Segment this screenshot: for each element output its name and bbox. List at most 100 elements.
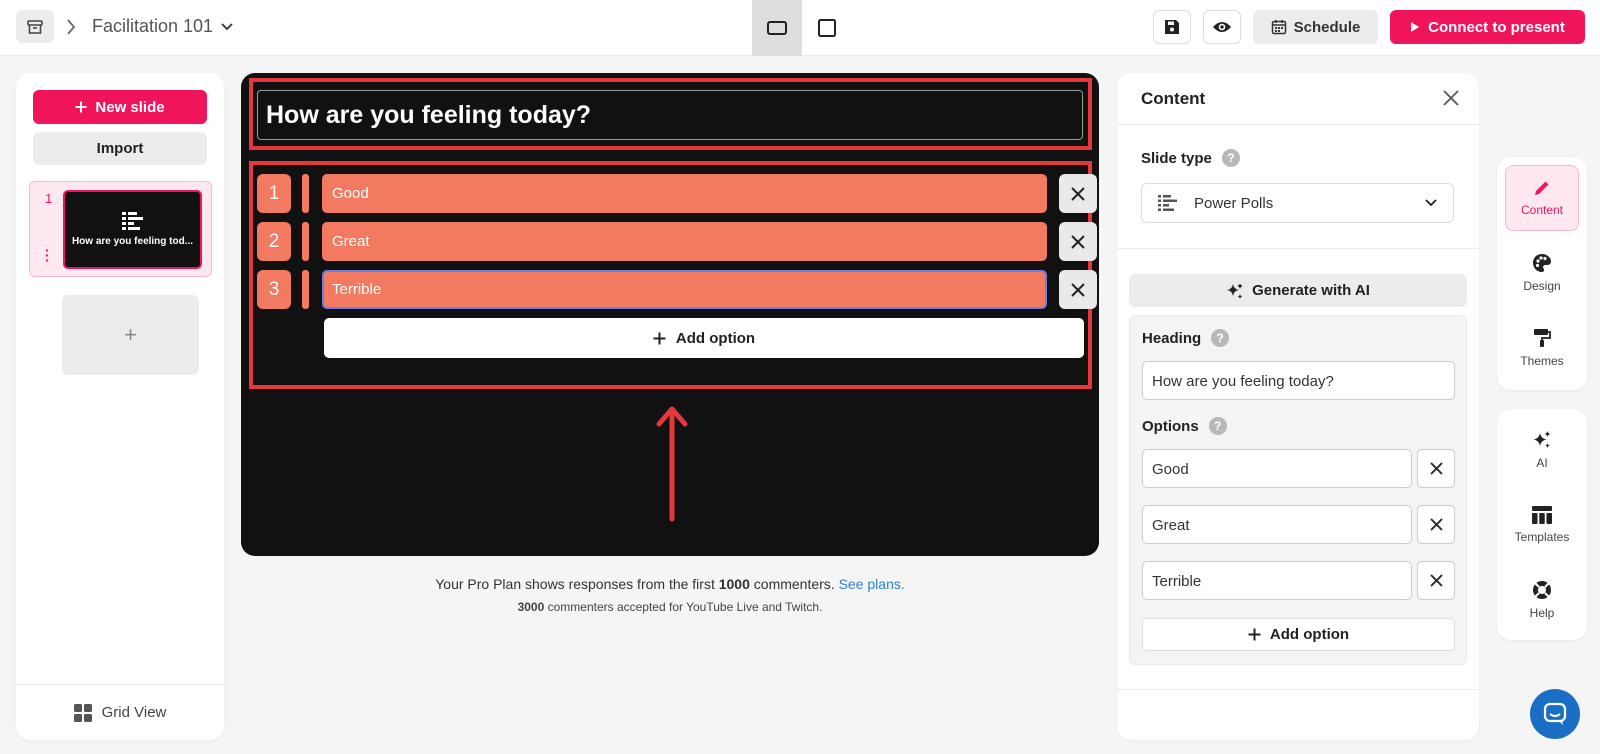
- import-button[interactable]: Import: [33, 132, 207, 165]
- option-drag-handle[interactable]: [302, 174, 309, 213]
- plus-icon: [1248, 628, 1261, 641]
- close-icon[interactable]: [1442, 89, 1460, 107]
- delete-option-button[interactable]: [1417, 449, 1455, 488]
- divider: [1117, 689, 1479, 690]
- slide-menu-icon[interactable]: · · ·: [45, 243, 50, 267]
- plan-note-limit: 1000: [718, 576, 750, 592]
- floppy-disk-icon: [1165, 20, 1179, 34]
- slide-thumbnail-title: How are you feeling tod...: [71, 236, 194, 247]
- chat-icon: [1543, 702, 1567, 725]
- grid-icon: [73, 703, 92, 722]
- chevron-right-icon: [67, 19, 76, 35]
- canvas-option-input-focused[interactable]: Terrible: [322, 270, 1047, 309]
- close-icon: [1429, 574, 1443, 587]
- delete-option-button[interactable]: [1059, 270, 1097, 309]
- help-icon[interactable]: ?: [1211, 329, 1230, 347]
- accepted-suffix: commenters accepted for YouTube Live and…: [544, 600, 823, 614]
- poll-bars-icon: [121, 212, 143, 230]
- rail-item-themes[interactable]: Themes: [1505, 315, 1579, 381]
- option-input[interactable]: Great: [1142, 505, 1412, 544]
- delete-option-button[interactable]: [1059, 222, 1097, 261]
- slide-canvas: How are you feeling today? 1 Good 2 Grea…: [241, 73, 1099, 556]
- sparkles-icon: [1533, 431, 1551, 448]
- annotation-arrow-up-icon: [656, 406, 688, 522]
- project-title-dropdown[interactable]: Facilitation 101: [92, 16, 233, 37]
- pencil-icon: [1535, 181, 1549, 195]
- heading-input[interactable]: How are you feeling today?: [1142, 361, 1455, 400]
- delete-option-button[interactable]: [1059, 174, 1097, 213]
- support-chat-button[interactable]: [1530, 689, 1580, 739]
- close-icon: [1429, 462, 1443, 475]
- generate-with-ai-button[interactable]: Generate with AI: [1129, 274, 1467, 307]
- option-drag-handle[interactable]: [302, 270, 309, 309]
- close-icon: [1071, 186, 1085, 201]
- delete-option-button[interactable]: [1417, 561, 1455, 600]
- sparkles-icon: [1227, 282, 1244, 299]
- editor-tools-rail: Content Design Themes: [1497, 157, 1587, 390]
- lifebuoy-icon: [1533, 581, 1551, 599]
- rail-item-design[interactable]: Design: [1505, 240, 1579, 306]
- widescreen-ratio-button[interactable]: [752, 0, 802, 56]
- canvas-heading-input[interactable]: How are you feeling today?: [257, 90, 1083, 140]
- play-icon: [1411, 22, 1420, 32]
- slides-sidebar: New slide Import 1 · · · How are you feeli…: [16, 73, 224, 740]
- save-button[interactable]: [1153, 10, 1191, 44]
- rail-item-label: AI: [1536, 456, 1548, 470]
- heading-label-row: Heading ?: [1142, 329, 1230, 347]
- home-button[interactable]: [16, 10, 54, 43]
- rail-item-help[interactable]: Help: [1505, 567, 1579, 633]
- plan-note-suffix: commenters.: [749, 576, 839, 592]
- option-drag-handle[interactable]: [302, 222, 309, 261]
- add-slide-tile[interactable]: +: [62, 295, 199, 375]
- present-label: Connect to present: [1428, 18, 1565, 36]
- connect-to-present-button[interactable]: Connect to present: [1390, 10, 1585, 44]
- eye-icon: [1213, 22, 1231, 32]
- chevron-down-icon: [1425, 199, 1437, 207]
- content-panel-header: Content: [1117, 73, 1479, 125]
- canvas-option-input[interactable]: Great: [322, 222, 1047, 261]
- rail-item-label: Content: [1520, 203, 1564, 217]
- chevron-down-icon: [221, 22, 233, 30]
- widescreen-icon: [767, 21, 787, 35]
- add-option-label: Add option: [1269, 626, 1350, 643]
- canvas-add-option-button[interactable]: Add option: [324, 318, 1084, 358]
- help-icon[interactable]: ?: [1221, 149, 1240, 167]
- option-input[interactable]: Terrible: [1142, 561, 1412, 600]
- see-plans-link[interactable]: See plans.: [839, 576, 905, 592]
- panel-add-option-button[interactable]: Add option: [1142, 618, 1455, 651]
- delete-option-button[interactable]: [1417, 505, 1455, 544]
- content-form: Heading ? How are you feeling today? Opt…: [1129, 315, 1467, 665]
- close-icon: [1429, 518, 1443, 531]
- grid-view-button[interactable]: Grid View: [16, 684, 224, 740]
- slide-number: 1: [45, 191, 53, 206]
- plan-note-prefix: Your Pro Plan shows responses from the f…: [435, 576, 719, 592]
- close-icon: [1071, 282, 1085, 297]
- divider: [1117, 248, 1479, 249]
- rail-item-content[interactable]: Content: [1505, 165, 1579, 231]
- schedule-label: Schedule: [1293, 18, 1361, 36]
- rail-item-ai[interactable]: AI: [1505, 417, 1579, 483]
- slide-thumbnail[interactable]: How are you feeling tod...: [63, 190, 202, 269]
- slide-list-item[interactable]: 1 · · · How are you feeling tod...: [29, 181, 212, 277]
- slide-type-select[interactable]: Power Polls: [1141, 183, 1454, 223]
- canvas-option-input[interactable]: Good: [322, 174, 1047, 213]
- archive-box-icon: [27, 19, 43, 34]
- palette-icon: [1533, 254, 1551, 272]
- plus-icon: [75, 101, 87, 113]
- paint-roller-icon: [1534, 329, 1551, 347]
- extras-rail: AI Templates Help: [1497, 409, 1587, 640]
- templates-icon: [1532, 506, 1552, 524]
- content-panel-title: Content: [1141, 89, 1206, 108]
- square-icon: [818, 19, 836, 37]
- schedule-button[interactable]: Schedule: [1253, 10, 1378, 44]
- help-icon[interactable]: ?: [1208, 417, 1227, 435]
- preview-button[interactable]: [1203, 10, 1241, 44]
- poll-bars-icon: [1158, 195, 1177, 211]
- new-slide-label: New slide: [95, 98, 165, 116]
- plus-icon: [653, 332, 666, 344]
- new-slide-button[interactable]: New slide: [33, 90, 207, 124]
- option-input[interactable]: Good: [1142, 449, 1412, 488]
- accepted-count: 3000: [517, 600, 545, 614]
- rail-item-templates[interactable]: Templates: [1505, 492, 1579, 558]
- square-ratio-button[interactable]: [802, 0, 852, 56]
